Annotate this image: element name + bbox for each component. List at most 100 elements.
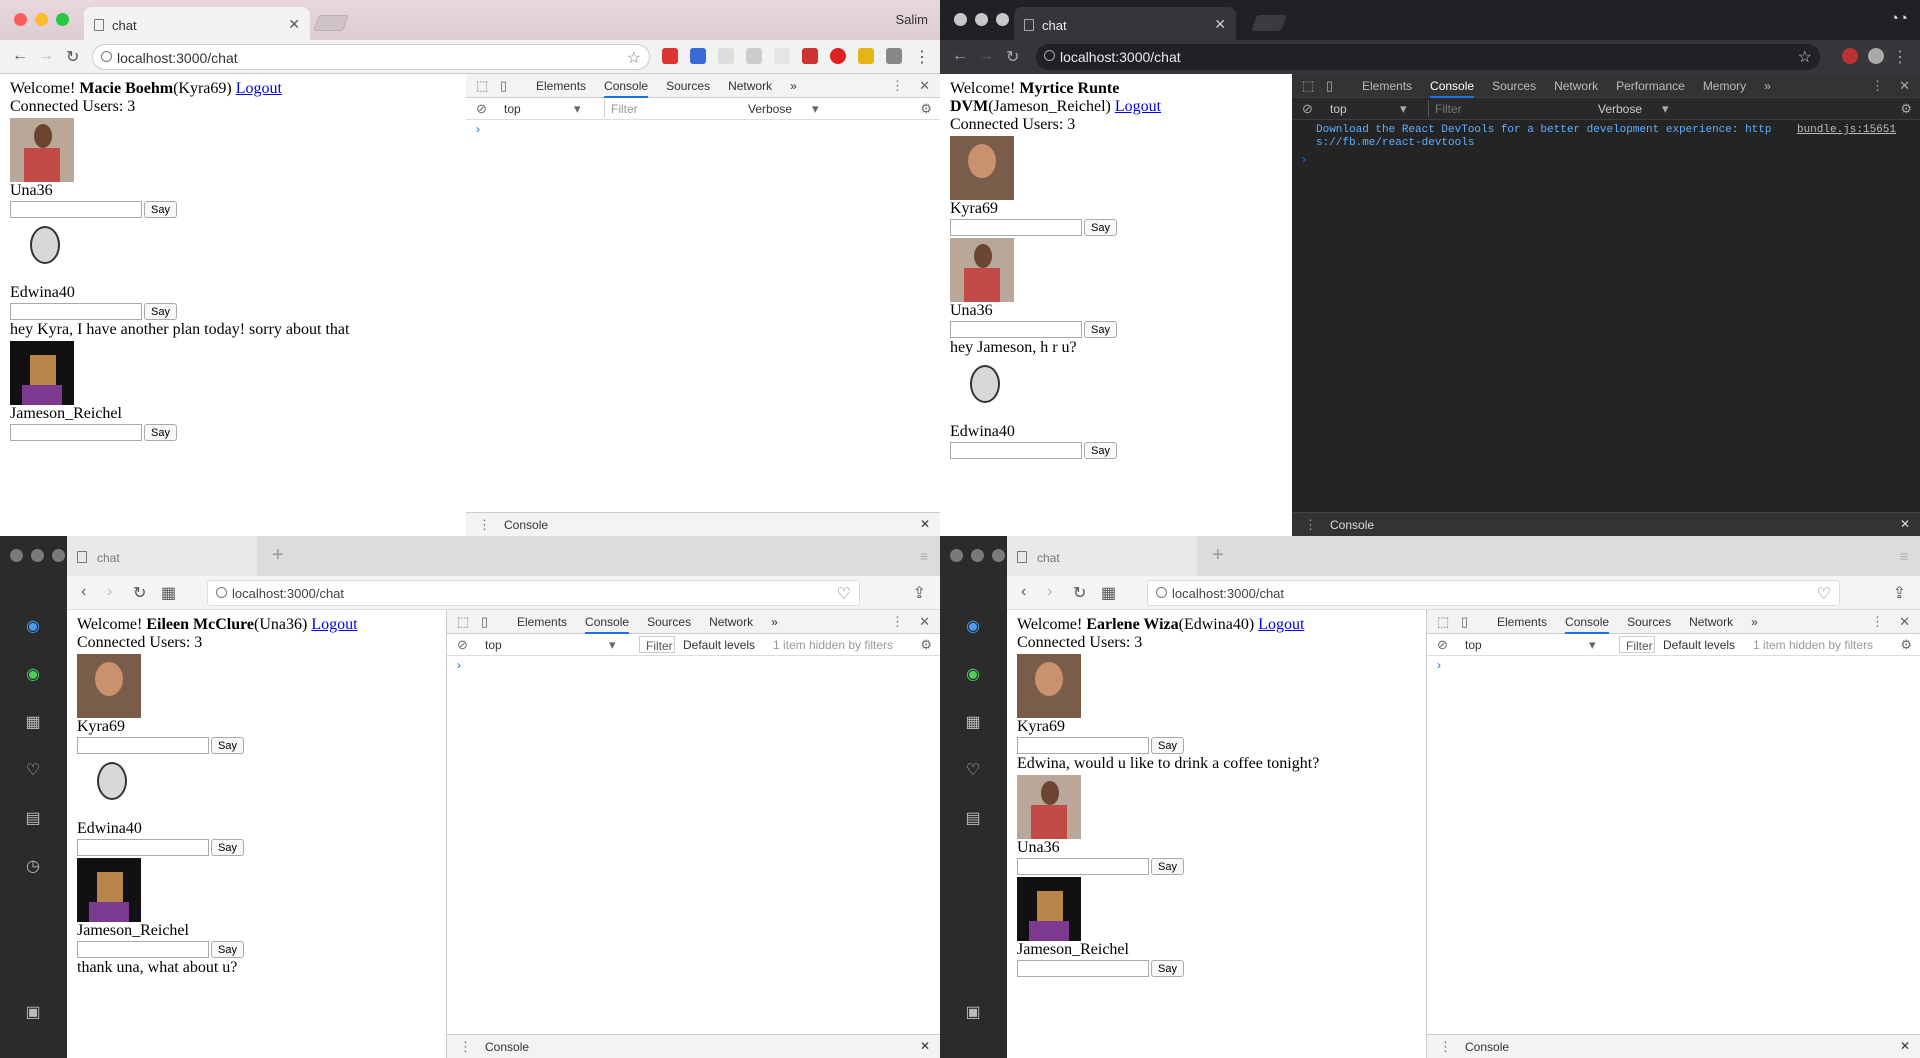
share-icon[interactable]: ⇪ [913,583,926,603]
extension-icon[interactable] [718,48,734,64]
say-button[interactable]: Say [211,737,244,754]
sidebar-toggle-icon[interactable]: ▣ [962,1002,984,1024]
clear-console-icon[interactable]: ⊘ [1437,637,1448,653]
tab-elements[interactable]: Elements [1362,79,1412,98]
message-input[interactable] [10,424,142,441]
message-input[interactable] [10,303,142,320]
say-button[interactable]: Say [1084,219,1117,236]
say-button[interactable]: Say [144,201,177,218]
kebab-icon[interactable]: ⋮ [478,517,491,533]
kebab-icon[interactable]: ⋮ [1871,614,1884,630]
kebab-icon[interactable]: ⋮ [891,78,904,94]
address-bar[interactable]: localhost:3000/chat ☆ [1036,44,1820,70]
close-icon[interactable]: ✕ [920,1039,930,1053]
close-icon[interactable]: ✕ [919,78,930,94]
inspect-icon[interactable]: ⬚ [1302,78,1314,94]
message-input[interactable] [950,321,1082,338]
forward-icon[interactable]: → [978,47,994,65]
tab-sources[interactable]: Sources [1492,79,1536,98]
back-icon[interactable]: ← [12,47,28,65]
filter-input[interactable]: Filter [604,100,738,117]
extension-icon[interactable] [802,48,818,64]
browser-tab[interactable]: chat ✕ [1014,7,1236,40]
say-button[interactable]: Say [211,839,244,856]
message-input[interactable] [77,941,209,958]
drawer-tab-console[interactable]: Console [1330,518,1374,532]
browser-tab[interactable]: chat ✕ [84,7,310,40]
console-prompt[interactable]: › [447,656,940,672]
kebab-icon[interactable]: ⋮ [1439,1039,1452,1055]
new-tab-button[interactable]: + [272,544,284,567]
kebab-icon[interactable]: ⋮ [891,614,904,630]
tab-console[interactable]: Console [585,615,630,634]
heart-icon[interactable]: ♡ [837,584,851,604]
logout-link[interactable]: Logout [1258,616,1304,633]
tab-sources[interactable]: Sources [1627,615,1671,634]
reload-icon[interactable]: ↻ [1073,583,1086,603]
clear-console-icon[interactable]: ⊘ [476,101,487,117]
logout-link[interactable]: Logout [311,616,357,633]
address-bar[interactable]: localhost:3000/chat ☆ [92,44,650,70]
filter-input[interactable]: Filter [639,636,675,653]
tab-sources[interactable]: Sources [666,79,710,98]
tab-elements[interactable]: Elements [517,615,567,634]
gear-icon[interactable]: ⚙ [1900,637,1912,653]
context-select[interactable]: top [504,102,521,116]
message-input[interactable] [77,737,209,754]
tab-console[interactable]: Console [1430,79,1475,98]
say-button[interactable]: Say [144,424,177,441]
close-icon[interactable]: ✕ [920,517,930,531]
star-icon[interactable]: ☆ [627,48,641,68]
more-tabs-icon[interactable]: » [790,79,797,98]
tab-elements[interactable]: Elements [1497,615,1547,634]
console-prompt[interactable]: › [1292,150,1920,166]
address-bar[interactable]: localhost:3000/chat ♡ [1147,580,1840,606]
close-icon[interactable]: ✕ [1899,78,1910,94]
extension-icon[interactable] [858,48,874,64]
drawer-tab-console[interactable]: Console [485,1040,529,1054]
heart-icon[interactable]: ♡ [22,760,44,782]
messenger-icon[interactable]: ◉ [22,616,44,638]
message-input[interactable] [1017,858,1149,875]
tab-sources[interactable]: Sources [647,615,691,634]
inspect-icon[interactable]: ⬚ [476,78,488,94]
new-tab-button[interactable] [313,15,349,31]
forward-icon[interactable]: › [107,583,112,601]
clear-console-icon[interactable]: ⊘ [1302,101,1313,117]
more-tabs-icon[interactable]: » [1764,79,1771,98]
window-controls[interactable] [954,13,1009,26]
message-input[interactable] [1017,737,1149,754]
device-icon[interactable]: ▯ [481,614,488,630]
back-icon[interactable]: ‹ [81,583,86,601]
say-button[interactable]: Say [1084,321,1117,338]
news-icon[interactable]: ▤ [22,808,44,830]
extension-icon[interactable] [746,48,762,64]
drawer-tab-console[interactable]: Console [504,518,548,532]
incognito-icon[interactable]: ◔◔ [1890,10,1908,27]
tab-console[interactable]: Console [1565,615,1610,634]
kebab-icon[interactable]: ⋮ [1871,78,1884,94]
message-input[interactable] [77,839,209,856]
extension-icon[interactable] [886,48,902,64]
context-select[interactable]: top [485,638,502,652]
extension-icon[interactable] [774,48,790,64]
close-icon[interactable]: ✕ [1214,16,1226,33]
kebab-icon[interactable]: ⋮ [1304,517,1317,533]
say-button[interactable]: Say [1084,442,1117,459]
levels-select[interactable]: Default levels [1663,638,1735,652]
back-icon[interactable]: ← [952,47,968,65]
star-icon[interactable]: ☆ [1798,47,1812,67]
window-controls[interactable] [950,549,1005,562]
news-icon[interactable]: ▤ [962,808,984,830]
forward-icon[interactable]: › [1047,583,1052,601]
kebab-icon[interactable]: ⋮ [459,1039,472,1055]
console-prompt[interactable]: › [466,120,940,136]
adblock-icon[interactable] [662,48,678,64]
tab-memory[interactable]: Memory [1703,79,1746,98]
gear-icon[interactable]: ⚙ [920,637,932,653]
gear-icon[interactable]: ⚙ [1900,101,1912,117]
console-prompt[interactable]: › [1427,656,1920,672]
grid-icon[interactable]: ▦ [161,583,176,603]
address-bar[interactable]: localhost:3000/chat ♡ [207,580,860,606]
levels-select[interactable]: Verbose [748,102,792,116]
